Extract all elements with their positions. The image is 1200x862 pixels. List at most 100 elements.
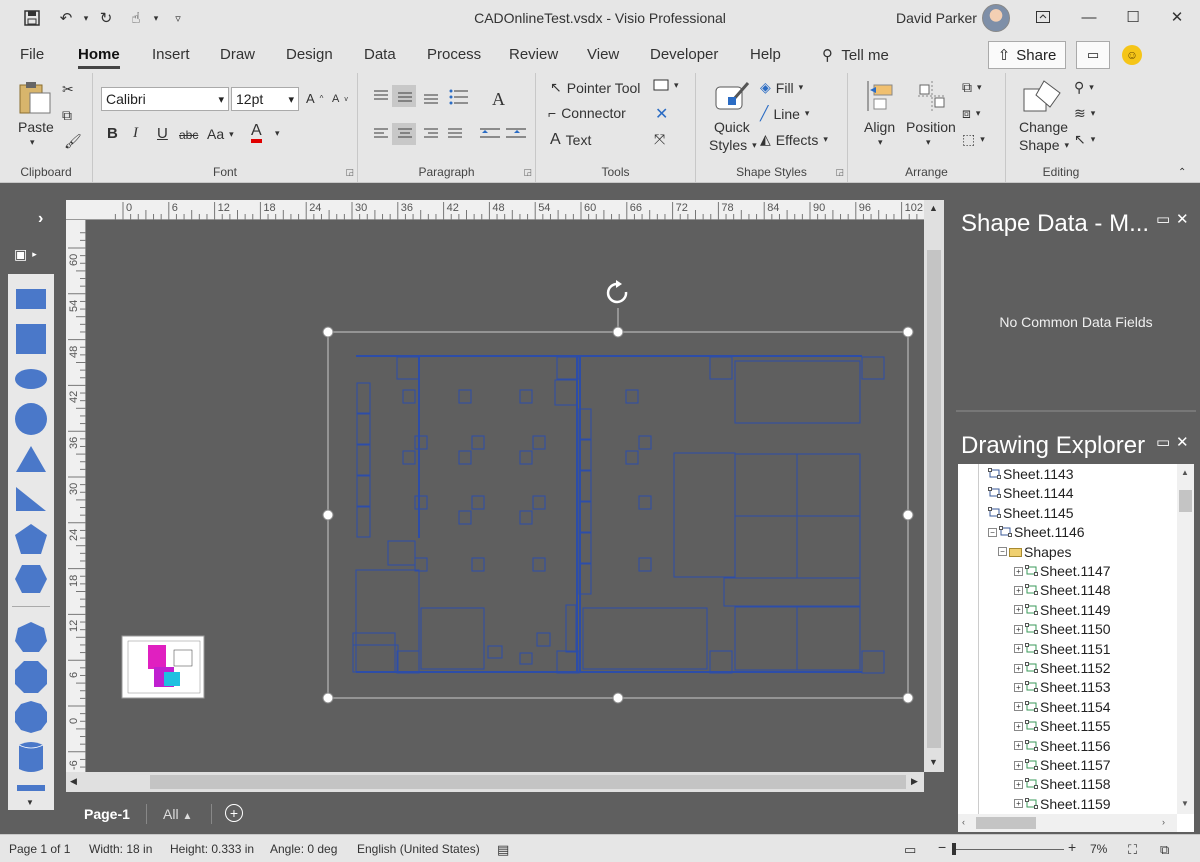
scroll-thumb[interactable] bbox=[150, 775, 906, 789]
shrink-font-icon[interactable]: Av bbox=[332, 93, 348, 105]
tell-me-search[interactable]: ⚲ Tell me bbox=[822, 46, 889, 64]
fit-page-icon[interactable]: ⛶ bbox=[1128, 842, 1137, 858]
shape-circle[interactable] bbox=[12, 400, 50, 438]
rotate-handle-icon[interactable] bbox=[606, 280, 628, 304]
feedback-smiley-icon[interactable]: ☺ bbox=[1122, 45, 1142, 65]
tab-page-1[interactable]: Page-1 bbox=[84, 806, 130, 822]
change-shape-icon[interactable] bbox=[1022, 79, 1062, 113]
bring-forward-icon[interactable]: ⧉ ▾ bbox=[962, 79, 982, 96]
language[interactable]: English (United States) bbox=[357, 842, 480, 856]
expand-icon[interactable]: + bbox=[1014, 721, 1023, 731]
tree-item[interactable]: + Sheet.1147 bbox=[1014, 563, 1111, 579]
expand-icon[interactable]: + bbox=[1014, 760, 1023, 770]
divider[interactable] bbox=[956, 410, 1196, 412]
maximize-icon[interactable]: ☐ bbox=[1110, 0, 1156, 34]
quick-styles-label[interactable]: Quick bbox=[714, 119, 750, 135]
zoom-slider-thumb[interactable] bbox=[952, 843, 956, 855]
page-number[interactable]: Page 1 of 1 bbox=[9, 842, 70, 856]
pointer-tool-button[interactable]: ↖ Pointer Tool bbox=[550, 79, 640, 96]
bold-button[interactable]: B bbox=[107, 125, 118, 142]
scroll-left-icon[interactable]: ‹ bbox=[962, 817, 965, 827]
chevron-down-icon[interactable]: ▾ bbox=[926, 137, 931, 148]
tree-item[interactable]: + Sheet.1157 bbox=[1014, 757, 1111, 773]
tab-insert[interactable]: Insert bbox=[152, 46, 190, 63]
tree-item[interactable]: Sheet.1145 bbox=[988, 505, 1074, 521]
change-case-button[interactable]: Aa ▾ bbox=[207, 126, 234, 142]
expand-icon[interactable]: + bbox=[1014, 585, 1023, 595]
zoom-out-icon[interactable]: − bbox=[938, 839, 946, 855]
shape-octagon[interactable] bbox=[12, 658, 50, 696]
align-button[interactable]: Align bbox=[864, 119, 895, 135]
tab-design[interactable]: Design bbox=[286, 46, 333, 63]
tab-view[interactable]: View bbox=[587, 46, 619, 63]
collapse-ribbon-icon[interactable]: ⌃ bbox=[1178, 167, 1186, 178]
tree-item[interactable]: + Sheet.1156 bbox=[1014, 738, 1111, 754]
stencil-menu-icon[interactable]: ▣ ▸ bbox=[14, 246, 37, 263]
collapse-icon[interactable]: − bbox=[988, 527, 997, 537]
tree-item[interactable]: − Sheet.1146 bbox=[988, 524, 1085, 540]
shape-decagon[interactable] bbox=[12, 698, 50, 736]
underline-button[interactable]: U bbox=[157, 125, 168, 142]
rectangle-tool-icon[interactable]: ▾ bbox=[653, 79, 679, 91]
chevron-down-icon[interactable]: ▾ bbox=[146, 8, 166, 28]
avatar[interactable] bbox=[982, 4, 1010, 32]
find-icon[interactable]: ⚲ ▾ bbox=[1074, 79, 1094, 96]
collapse-icon[interactable]: − bbox=[998, 547, 1007, 557]
shape-pentagon[interactable] bbox=[12, 520, 50, 558]
expand-shapes-icon[interactable]: › bbox=[38, 210, 43, 228]
font-size-select[interactable]: 12pt ▾ bbox=[231, 87, 299, 111]
scroll-left-icon[interactable]: ◀ bbox=[70, 776, 77, 787]
minimize-icon[interactable]: — bbox=[1066, 0, 1112, 34]
expand-icon[interactable]: + bbox=[1014, 779, 1023, 789]
tree-item[interactable]: + Sheet.1150 bbox=[1014, 621, 1111, 637]
line-button[interactable]: ╱ Line ▾ bbox=[760, 105, 809, 122]
tab-draw[interactable]: Draw bbox=[220, 46, 255, 63]
tree-item[interactable]: + Sheet.1158 bbox=[1014, 776, 1111, 792]
connection-point-icon[interactable]: ⤧ bbox=[654, 131, 665, 148]
redo-icon[interactable]: ↻ bbox=[96, 8, 116, 28]
tree-item[interactable]: + Sheet.1155 bbox=[1014, 718, 1111, 734]
paste-button[interactable]: Paste bbox=[18, 119, 54, 135]
dialog-launcher-icon[interactable]: ◲ bbox=[345, 167, 354, 178]
change-shape-label[interactable]: Change bbox=[1019, 119, 1068, 135]
add-page-icon[interactable]: + bbox=[225, 804, 243, 822]
shape-bar[interactable] bbox=[12, 780, 50, 796]
align-icon[interactable] bbox=[864, 79, 896, 113]
close-icon[interactable]: ✕ bbox=[1176, 433, 1189, 451]
maximize-icon[interactable]: ▭ bbox=[1156, 210, 1170, 228]
tree-hscrollbar[interactable]: ‹ › bbox=[958, 814, 1177, 832]
tree-item[interactable]: Sheet.1143 bbox=[988, 466, 1074, 482]
shape-triangle[interactable] bbox=[12, 440, 50, 478]
delete-connector-icon[interactable]: ✕ bbox=[655, 104, 668, 124]
undo-icon[interactable]: ↶ bbox=[56, 8, 76, 28]
tree-item[interactable]: + Sheet.1153 bbox=[1014, 679, 1111, 695]
chevron-down-icon[interactable]: ▾ bbox=[30, 137, 35, 148]
shape-right-triangle[interactable] bbox=[12, 480, 50, 518]
explorer-tree[interactable]: Sheet.1143 Sheet.1144 Sheet.1145− Sheet.114… bbox=[958, 464, 1194, 832]
font-color-button[interactable]: A bbox=[251, 123, 262, 143]
tree-item[interactable]: + Sheet.1152 bbox=[1014, 660, 1111, 676]
quick-styles-button[interactable]: Styles ▾ bbox=[709, 137, 757, 153]
switch-windows-icon[interactable]: ⧉ bbox=[1160, 842, 1169, 858]
share-button[interactable]: ⇧ Share bbox=[988, 41, 1066, 69]
chevron-down-icon[interactable]: ▾ bbox=[76, 8, 96, 28]
tab-home[interactable]: Home bbox=[78, 46, 120, 69]
shape-hexagon[interactable] bbox=[12, 560, 50, 598]
tree-item[interactable]: + Sheet.1148 bbox=[1014, 582, 1111, 598]
touch-mode-icon[interactable]: ☝ bbox=[126, 8, 146, 28]
paste-icon[interactable] bbox=[16, 79, 54, 115]
group-icon[interactable]: ⬚ ▾ bbox=[962, 131, 985, 148]
scroll-right-icon[interactable]: › bbox=[1162, 817, 1165, 827]
shape-rectangle[interactable] bbox=[12, 280, 50, 318]
expand-icon[interactable]: + bbox=[1014, 682, 1023, 692]
tree-scrollbar[interactable]: ▲ ▼ bbox=[1177, 464, 1194, 814]
shape-can[interactable] bbox=[12, 738, 50, 776]
paragraph-icons[interactable]: A bbox=[368, 83, 528, 147]
horizontal-scrollbar[interactable]: ◀ ▶ bbox=[66, 772, 924, 792]
comments-button[interactable]: ▭ bbox=[1076, 41, 1110, 69]
chevron-down-icon[interactable]: ▾ bbox=[878, 137, 883, 148]
expand-icon[interactable]: + bbox=[1014, 663, 1023, 673]
drawing-canvas[interactable] bbox=[86, 220, 924, 772]
tree-item[interactable]: + Sheet.1154 bbox=[1014, 699, 1111, 715]
chevron-down-icon[interactable]: ▾ bbox=[275, 128, 280, 139]
